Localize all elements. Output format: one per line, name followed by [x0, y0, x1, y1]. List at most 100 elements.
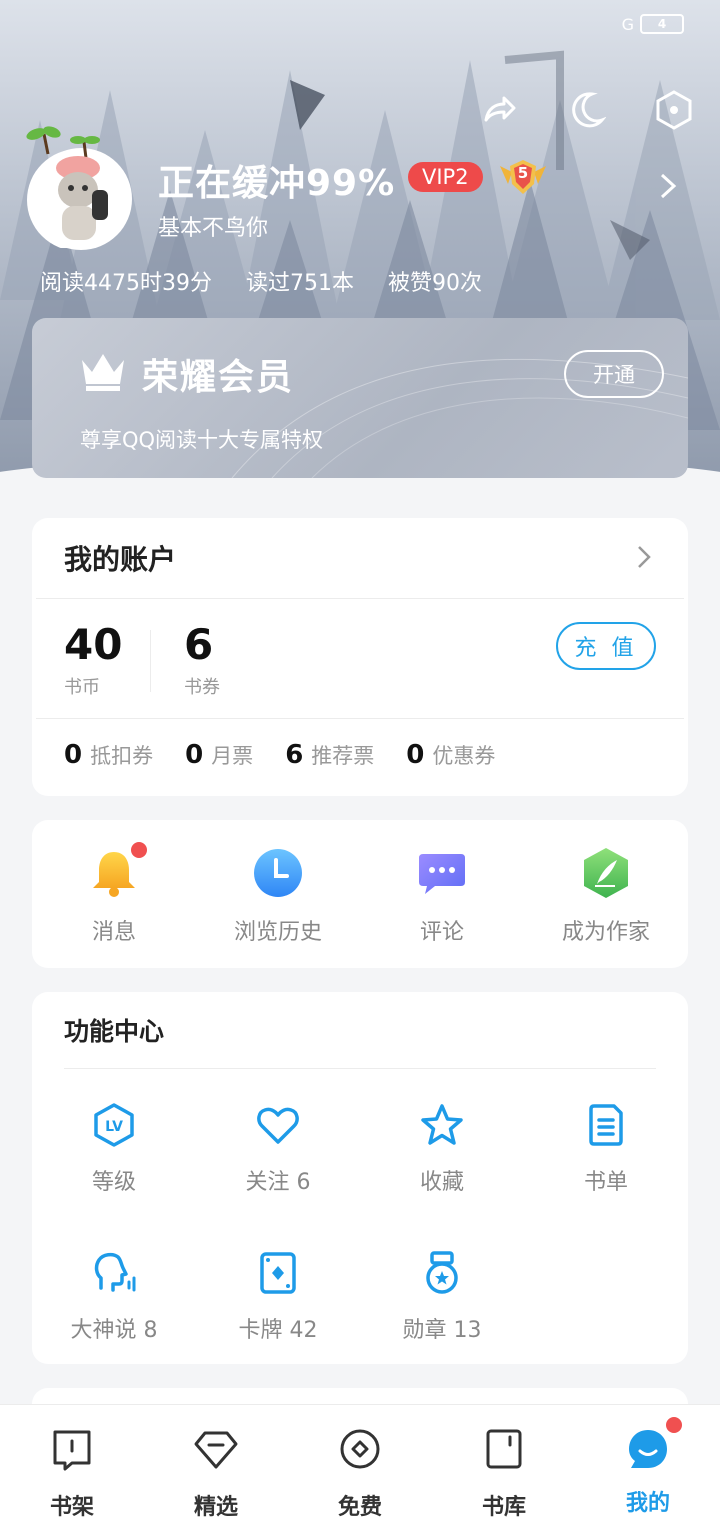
- function-label: 大神说 8: [70, 1318, 158, 1343]
- shortcut-history[interactable]: 浏览历史: [208, 846, 348, 946]
- nav-free[interactable]: 免费: [310, 1427, 410, 1520]
- function-medals[interactable]: 勋章 13: [372, 1250, 512, 1344]
- ticket-monthly[interactable]: 0 月票: [185, 740, 253, 770]
- ticket-discount[interactable]: 0 优惠券: [406, 740, 495, 770]
- night-mode-button[interactable]: [564, 88, 608, 132]
- settings-button[interactable]: [652, 88, 696, 132]
- card-icon: [260, 1252, 296, 1294]
- function-label: 关注 6: [245, 1170, 311, 1195]
- notification-dot: [131, 842, 147, 858]
- chevron-right-icon[interactable]: [656, 172, 680, 200]
- bottom-navigation: 书架 精选 免费 书库 我的: [0, 1404, 720, 1520]
- ticket-count: 0: [406, 740, 425, 770]
- moon-icon: [572, 92, 606, 128]
- divider: [64, 1068, 656, 1069]
- level-shield-badge[interactable]: 5: [498, 158, 548, 198]
- share-button[interactable]: [476, 88, 520, 132]
- shortcut-become-writer[interactable]: 成为作家: [536, 846, 676, 946]
- nav-library[interactable]: 书库: [454, 1427, 554, 1520]
- shortcut-comments[interactable]: 评论: [372, 846, 512, 946]
- function-favorites[interactable]: 收藏: [372, 1102, 512, 1196]
- open-vip-button[interactable]: 开通: [564, 350, 664, 398]
- shortcut-label: 浏览历史: [233, 920, 322, 945]
- ticket-label: 月票: [211, 744, 254, 768]
- function-label: 收藏: [419, 1170, 464, 1195]
- shortcut-card: 消息 浏览历史 评论 成为作家: [32, 820, 688, 968]
- function-follow[interactable]: 关注 6: [208, 1102, 348, 1196]
- ticket-list: 0 抵扣券 0 月票 6 推荐票 0 优惠券: [64, 740, 495, 770]
- vip-card-title: 荣耀会员: [142, 357, 295, 398]
- reading-stats: 阅读4475时39分 读过751本 被赞90次: [40, 265, 482, 297]
- ticket-label: 优惠券: [432, 744, 496, 768]
- star-icon: [421, 1104, 463, 1145]
- function-center-card: 功能中心 LV 等级 关注 6 收藏 书单 大神说 8 卡牌 42 勋章 13: [32, 992, 688, 1364]
- free-icon: [340, 1429, 380, 1469]
- battery-icon: 4: [640, 14, 684, 34]
- ticket-deduction[interactable]: 0 抵扣券: [64, 740, 153, 770]
- avatar-cat-image: [26, 126, 129, 248]
- coin-value: 40: [64, 620, 123, 669]
- nav-label: 我的: [625, 1491, 670, 1516]
- coupon-balance[interactable]: 6 书券: [184, 620, 220, 699]
- function-label: 勋章 13: [402, 1318, 482, 1343]
- avatar[interactable]: [26, 126, 132, 250]
- divider: [36, 718, 684, 719]
- function-label: 卡牌 42: [238, 1318, 318, 1343]
- medal-icon: [426, 1251, 458, 1294]
- nav-label: 精选: [193, 1495, 238, 1520]
- shortcut-label: 消息: [91, 920, 136, 945]
- speaker-icon: [94, 1252, 136, 1292]
- coupon-value: 6: [184, 620, 214, 669]
- nav-label: 书架: [49, 1495, 94, 1520]
- network-indicator: G: [621, 14, 634, 34]
- divider: [150, 630, 151, 692]
- function-center-title: 功能中心: [64, 1017, 165, 1046]
- me-icon: [629, 1430, 667, 1468]
- library-icon: [486, 1429, 522, 1469]
- settings-hex-icon: [656, 90, 692, 130]
- ticket-label: 抵扣券: [90, 744, 154, 768]
- nav-featured[interactable]: 精选: [166, 1427, 266, 1520]
- account-title[interactable]: 我的账户: [64, 538, 176, 578]
- stat-reading-time[interactable]: 阅读4475时39分: [40, 265, 212, 297]
- coupon-label: 书券: [184, 677, 220, 698]
- stat-books-read[interactable]: 读过751本: [246, 265, 354, 297]
- function-master-says[interactable]: 大神说 8: [44, 1250, 184, 1344]
- notification-dot: [666, 1417, 682, 1433]
- nav-bookshelf[interactable]: 书架: [22, 1427, 122, 1520]
- shortcut-messages[interactable]: 消息: [44, 842, 184, 946]
- vip-card-texture: [231, 358, 688, 478]
- ticket-count: 6: [285, 740, 304, 770]
- header-actions: [476, 88, 696, 132]
- vip-membership-card[interactable]: 荣耀会员 尊享QQ阅读十大专属特权 开通: [32, 318, 688, 478]
- recharge-button[interactable]: 充 值: [556, 622, 656, 670]
- account-card: 我的账户 40 书币 6 书券 充 值 0 抵扣券 0 月票 6 推荐票 0 优…: [32, 518, 688, 796]
- function-booklist[interactable]: 书单: [536, 1102, 676, 1196]
- ticket-count: 0: [185, 740, 204, 770]
- comment-icon: [419, 854, 465, 894]
- ticket-count: 0: [64, 740, 83, 770]
- stat-likes[interactable]: 被赞90次: [388, 265, 482, 297]
- coin-label: 书币: [64, 677, 100, 698]
- level-number: 5: [517, 164, 529, 182]
- coin-balance[interactable]: 40 书币: [64, 620, 122, 699]
- function-cards[interactable]: 卡牌 42: [208, 1250, 348, 1344]
- clock-icon: [254, 849, 302, 897]
- nav-label: 免费: [337, 1495, 382, 1520]
- username[interactable]: 正在缓冲99%: [158, 154, 395, 206]
- status-bar: G 4: [622, 14, 684, 34]
- heart-icon: [257, 1107, 299, 1144]
- function-label: 等级: [91, 1170, 136, 1195]
- svg-text:LV: LV: [105, 1119, 123, 1135]
- shortcut-label: 评论: [419, 920, 464, 945]
- user-signature: 基本不鸟你: [158, 216, 269, 241]
- bookshelf-icon: [53, 1430, 91, 1471]
- nav-me[interactable]: 我的: [598, 1417, 698, 1517]
- level-icon: LV: [94, 1103, 134, 1147]
- chevron-right-icon[interactable]: [634, 544, 654, 570]
- ticket-recommend[interactable]: 6 推荐票: [285, 740, 374, 770]
- vip-card-subtitle: 尊享QQ阅读十大专属特权: [80, 428, 324, 452]
- function-level[interactable]: LV 等级: [44, 1102, 184, 1196]
- vip-level-badge[interactable]: VIP2: [408, 162, 483, 192]
- featured-icon: [194, 1431, 238, 1469]
